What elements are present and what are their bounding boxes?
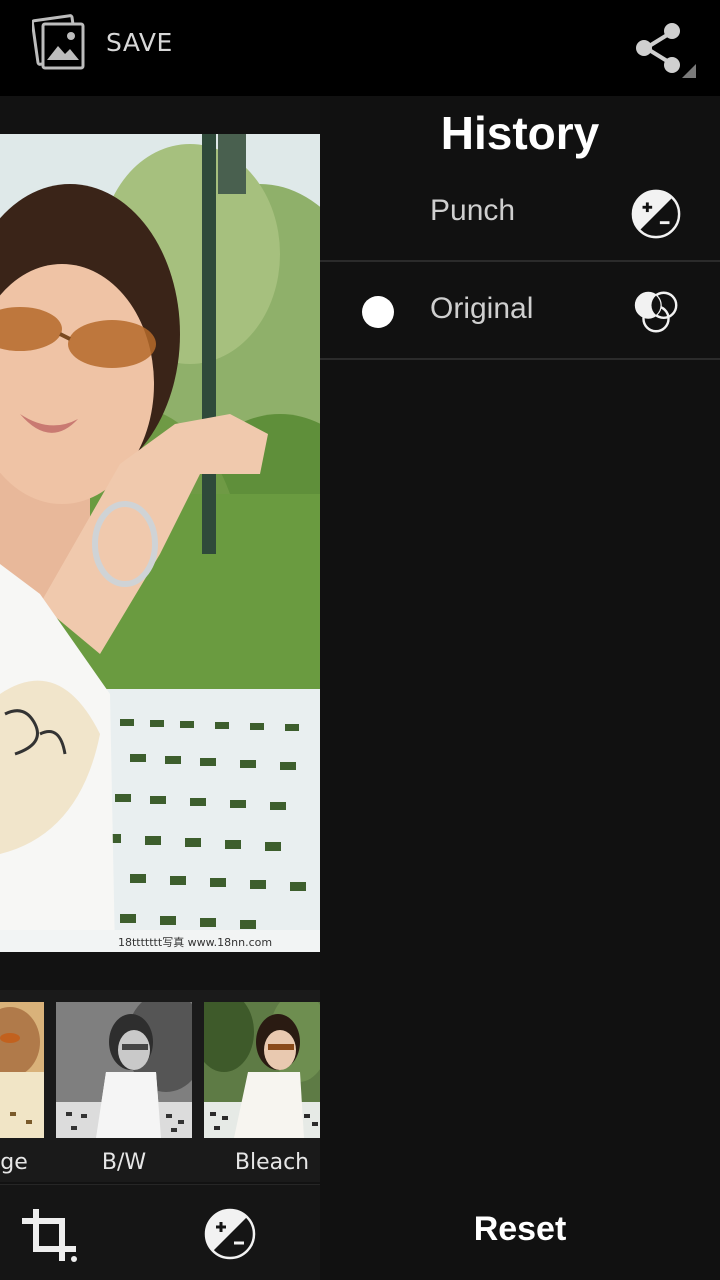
share-icon[interactable] bbox=[632, 20, 696, 80]
filter-label-bleach[interactable]: Bleach bbox=[214, 1150, 330, 1175]
tool-bar bbox=[0, 1184, 320, 1280]
history-item-punch[interactable]: Punch bbox=[320, 166, 720, 262]
history-item-original[interactable]: Original bbox=[320, 264, 720, 360]
filter-label-bw[interactable]: B/W bbox=[56, 1150, 192, 1175]
save-button[interactable]: SAVE bbox=[0, 0, 190, 96]
history-item-label: Original bbox=[430, 292, 534, 325]
history-title: History bbox=[440, 107, 600, 159]
adjust-icon bbox=[631, 189, 681, 239]
crop-icon[interactable] bbox=[18, 1205, 82, 1265]
filter-strip: ge B/W Bleach bbox=[0, 990, 320, 1182]
adjust-icon[interactable] bbox=[203, 1207, 257, 1261]
filter-thumb-vintage[interactable] bbox=[0, 1002, 44, 1138]
history-panel: History Punch Original Reset bbox=[320, 96, 720, 1280]
save-label: SAVE bbox=[106, 28, 173, 57]
color-circles-icon bbox=[634, 291, 678, 333]
editor-panel: 18ttttttt写真 www.18nn.com ge B/W Bleach bbox=[0, 96, 320, 1280]
filter-thumb-bw[interactable] bbox=[56, 1002, 192, 1138]
history-item-label: Punch bbox=[430, 194, 516, 227]
reset-button[interactable]: Reset bbox=[320, 1210, 720, 1249]
action-bar: SAVE bbox=[0, 0, 720, 96]
filter-label-vintage[interactable]: ge bbox=[0, 1150, 34, 1175]
filter-thumb-bleach[interactable] bbox=[204, 1002, 320, 1138]
photo-preview[interactable]: 18ttttttt写真 www.18nn.com bbox=[0, 134, 320, 952]
gallery-icon bbox=[32, 14, 85, 70]
selected-indicator bbox=[362, 296, 394, 328]
photo-watermark: 18ttttttt写真 www.18nn.com bbox=[118, 935, 272, 949]
